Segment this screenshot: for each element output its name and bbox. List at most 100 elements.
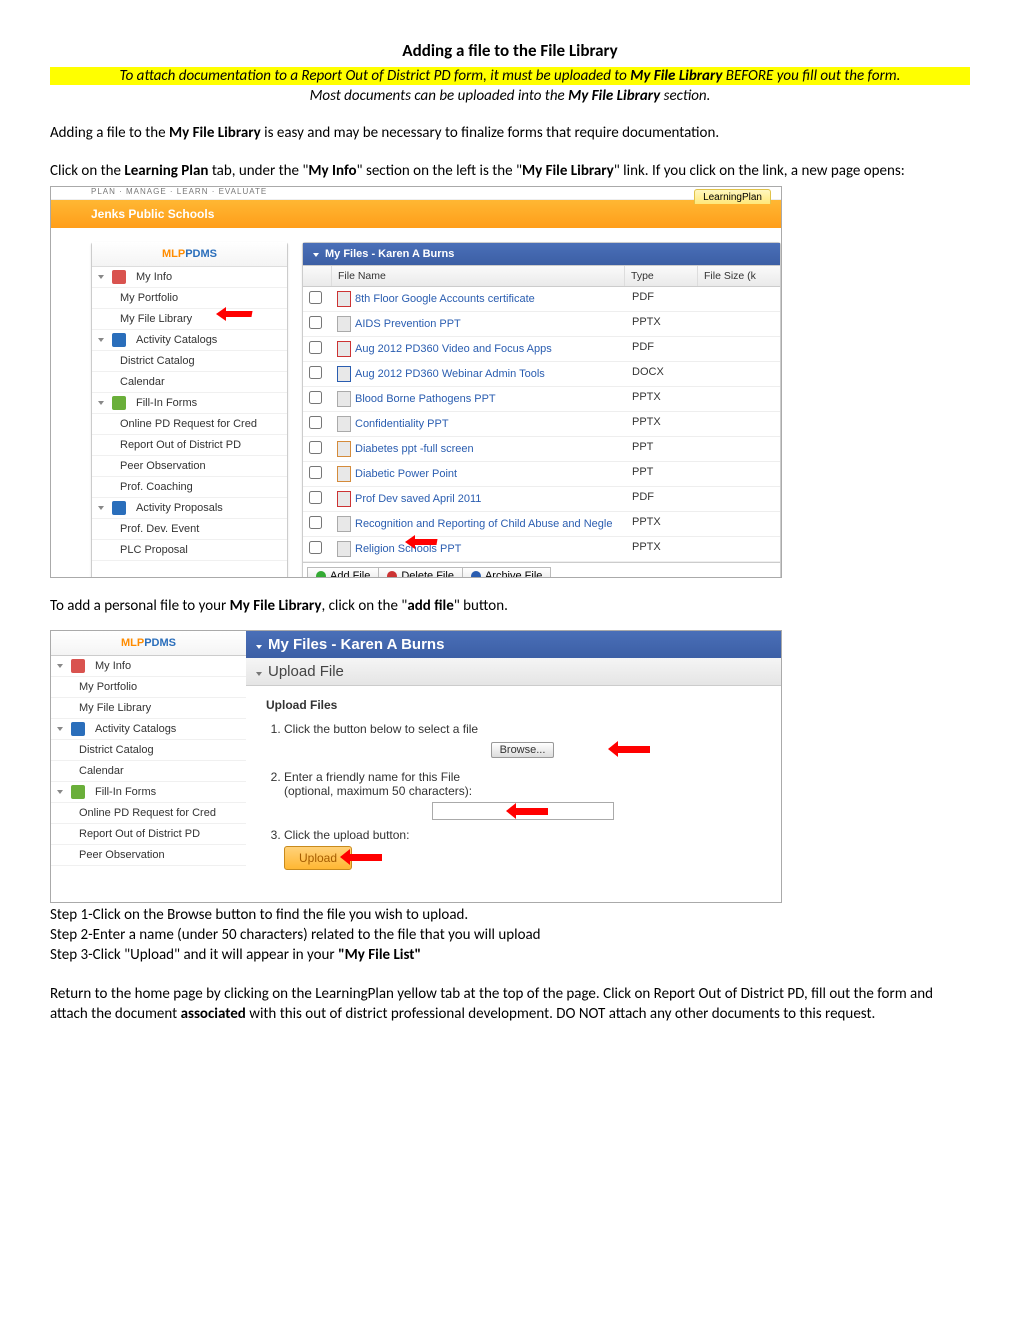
row-checkbox[interactable] bbox=[303, 437, 331, 461]
table-row[interactable]: Diabetes ppt -full screenPPT bbox=[303, 437, 780, 462]
row-checkbox[interactable] bbox=[303, 287, 331, 311]
sidebar-activity-proposals[interactable]: Activity Proposals bbox=[92, 498, 287, 519]
sub-suffix: section. bbox=[660, 87, 710, 105]
steps-block: Step 1-Click on the Browse button to fin… bbox=[50, 905, 970, 966]
row-checkbox[interactable] bbox=[303, 337, 331, 361]
browse-button[interactable]: Browse... bbox=[491, 742, 555, 758]
main-panel-2: My Files - Karen A Burns Upload File Upl… bbox=[246, 631, 781, 902]
row-checkbox[interactable] bbox=[303, 387, 331, 411]
arrow-icon bbox=[512, 803, 560, 819]
sidebar2-fillin-forms[interactable]: Fill-In Forms bbox=[51, 782, 246, 803]
col-size: File Size (k bbox=[698, 266, 780, 286]
upload-section-title: Upload Files bbox=[266, 698, 761, 712]
sidebar-plc-proposal[interactable]: PLC Proposal bbox=[92, 540, 287, 561]
row-checkbox[interactable] bbox=[303, 312, 331, 336]
sidebar-peer-obs[interactable]: Peer Observation bbox=[92, 456, 287, 477]
sidebar2-activity-catalogs[interactable]: Activity Catalogs bbox=[51, 719, 246, 740]
file-name-cell[interactable]: AIDS Prevention PPT bbox=[331, 312, 626, 336]
row-checkbox[interactable] bbox=[303, 462, 331, 486]
pdms-label: PDMS bbox=[185, 248, 217, 260]
file-size-cell bbox=[698, 487, 780, 511]
table-row[interactable]: Confidentiality PPTPPTX bbox=[303, 412, 780, 437]
archive-file-button[interactable]: Archive File bbox=[463, 567, 551, 578]
file-name-cell[interactable]: Blood Borne Pathogens PPT bbox=[331, 387, 626, 411]
main-header: My Files - Karen A Burns bbox=[303, 243, 780, 265]
row-checkbox[interactable] bbox=[303, 487, 331, 511]
catalog-icon bbox=[112, 333, 126, 347]
sidebar-myfilelibrary[interactable]: My File Library bbox=[92, 309, 287, 330]
highlight-banner: To attach documentation to a Report Out … bbox=[50, 67, 970, 85]
sidebar-district-catalog[interactable]: District Catalog bbox=[92, 351, 287, 372]
file-icon bbox=[337, 416, 351, 432]
step-1-text: Step 1-Click on the Browse button to fin… bbox=[50, 905, 970, 925]
file-name-cell[interactable]: Aug 2012 PD360 Video and Focus Apps bbox=[331, 337, 626, 361]
sidebar2-myinfo[interactable]: My Info bbox=[51, 656, 246, 677]
file-icon bbox=[337, 541, 351, 557]
sidebar2-online-pd[interactable]: Online PD Request for Cred bbox=[51, 803, 246, 824]
col-type: Type bbox=[625, 266, 698, 286]
delete-file-button[interactable]: Delete File bbox=[379, 567, 463, 578]
table-row[interactable]: Religion Schools PPTPPTX bbox=[303, 537, 780, 562]
sidebar2-report-out[interactable]: Report Out of District PD bbox=[51, 824, 246, 845]
arrow-icon bbox=[346, 849, 394, 865]
sidebar2-myfilelibrary[interactable]: My File Library bbox=[51, 698, 246, 719]
paragraph-3: To add a personal file to your My File L… bbox=[50, 596, 970, 616]
sidebar2-myportfolio[interactable]: My Portfolio bbox=[51, 677, 246, 698]
table-row[interactable]: Aug 2012 PD360 Video and Focus AppsPDF bbox=[303, 337, 780, 362]
row-checkbox[interactable] bbox=[303, 512, 331, 536]
table-row[interactable]: Recognition and Reporting of Child Abuse… bbox=[303, 512, 780, 537]
arrow-icon bbox=[222, 307, 262, 321]
sidebar-online-pd[interactable]: Online PD Request for Cred bbox=[92, 414, 287, 435]
org-header: Jenks Public Schools bbox=[51, 200, 781, 228]
sidebar-fillin-forms[interactable]: Fill-In Forms bbox=[92, 393, 287, 414]
add-file-button[interactable]: Add File bbox=[307, 567, 379, 578]
mlp-label: MLP bbox=[162, 248, 185, 260]
sidebar2-calendar[interactable]: Calendar bbox=[51, 761, 246, 782]
plus-icon bbox=[316, 571, 326, 578]
table-row[interactable]: Prof Dev saved April 2011PDF bbox=[303, 487, 780, 512]
file-icon bbox=[337, 341, 351, 357]
file-name-cell[interactable]: Aug 2012 PD360 Webinar Admin Tools bbox=[331, 362, 626, 386]
row-checkbox[interactable] bbox=[303, 537, 331, 561]
file-name-cell[interactable]: Diabetic Power Point bbox=[331, 462, 626, 486]
sidebar-prof-coaching[interactable]: Prof. Coaching bbox=[92, 477, 287, 498]
file-name-cell[interactable]: 8th Floor Google Accounts certificate bbox=[331, 287, 626, 311]
sidebar-myinfo[interactable]: My Info bbox=[92, 267, 287, 288]
table-row[interactable]: Aug 2012 PD360 Webinar Admin ToolsDOCX bbox=[303, 362, 780, 387]
sidebar-calendar[interactable]: Calendar bbox=[92, 372, 287, 393]
sidebar-report-out[interactable]: Report Out of District PD bbox=[92, 435, 287, 456]
step-2-text: Step 2-Enter a name (under 50 characters… bbox=[50, 925, 970, 945]
file-name-cell[interactable]: Confidentiality PPT bbox=[331, 412, 626, 436]
sidebar-header-2: MLPPDMS bbox=[51, 631, 246, 656]
sidebar-myportfolio[interactable]: My Portfolio bbox=[92, 288, 287, 309]
table-row[interactable]: AIDS Prevention PPTPPTX bbox=[303, 312, 780, 337]
learningplan-tab[interactable]: LearningPlan bbox=[694, 189, 771, 204]
file-size-cell bbox=[698, 312, 780, 336]
screenshot-1: PLAN · MANAGE · LEARN · EVALUATE Learnin… bbox=[50, 186, 782, 578]
sidebar2-peer-obs[interactable]: Peer Observation bbox=[51, 845, 246, 866]
table-row[interactable]: Diabetic Power PointPPT bbox=[303, 462, 780, 487]
file-size-cell bbox=[698, 537, 780, 561]
paragraph-2: Click on the Learning Plan tab, under th… bbox=[50, 161, 970, 181]
file-icon bbox=[337, 316, 351, 332]
sidebar-activity-catalogs[interactable]: Activity Catalogs bbox=[92, 330, 287, 351]
sidebar-prof-dev-event[interactable]: Prof. Dev. Event bbox=[92, 519, 287, 540]
table-row[interactable]: Blood Borne Pathogens PPTPPTX bbox=[303, 387, 780, 412]
subtitle: Most documents can be uploaded into the … bbox=[50, 87, 970, 105]
file-name-cell[interactable]: Recognition and Reporting of Child Abuse… bbox=[331, 512, 626, 536]
file-icon bbox=[337, 516, 351, 532]
col-filename: File Name bbox=[332, 266, 625, 286]
file-name-cell[interactable]: Diabetes ppt -full screen bbox=[331, 437, 626, 461]
user-icon bbox=[112, 270, 126, 284]
table-row[interactable]: 8th Floor Google Accounts certificatePDF bbox=[303, 287, 780, 312]
row-checkbox[interactable] bbox=[303, 362, 331, 386]
file-type-cell: PPTX bbox=[626, 312, 698, 336]
file-toolbar: Add File Delete File Archive File bbox=[303, 562, 780, 578]
file-name-cell[interactable]: Prof Dev saved April 2011 bbox=[331, 487, 626, 511]
sidebar2-district-catalog[interactable]: District Catalog bbox=[51, 740, 246, 761]
row-checkbox[interactable] bbox=[303, 412, 331, 436]
file-icon bbox=[337, 466, 351, 482]
catalog-icon bbox=[71, 722, 85, 736]
paragraph-1: Adding a file to the My File Library is … bbox=[50, 123, 970, 143]
file-name-cell[interactable]: Religion Schools PPT bbox=[331, 537, 626, 561]
